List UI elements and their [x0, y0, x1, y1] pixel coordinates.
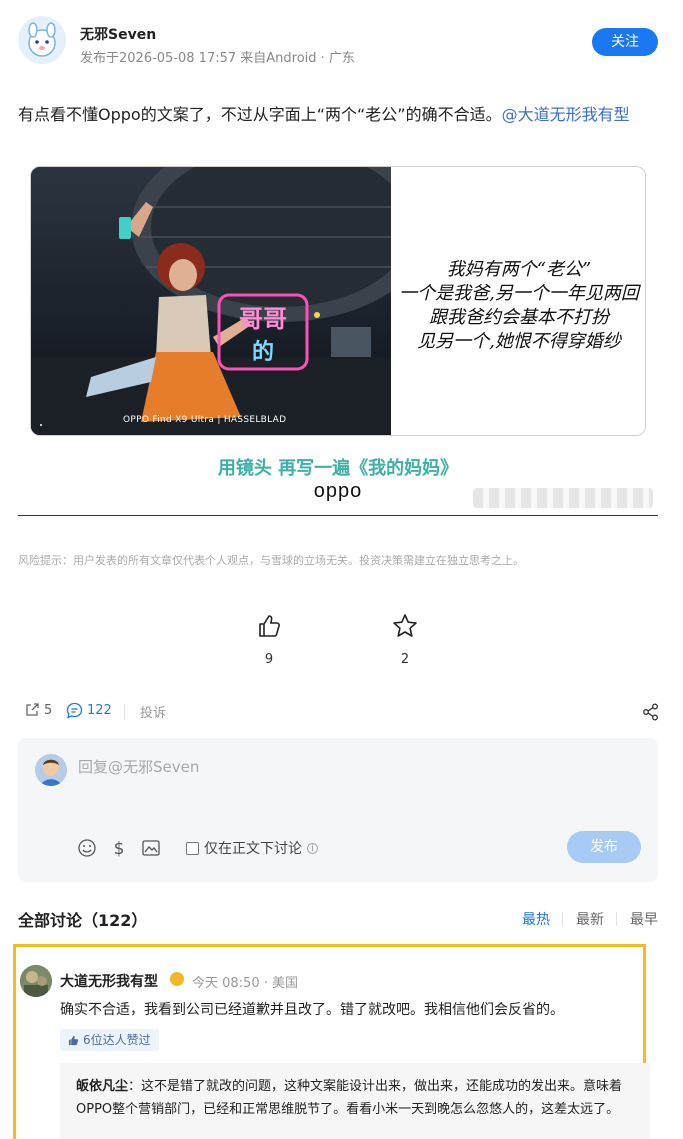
divider [616, 912, 617, 926]
comment-text: 确实不合适，我看到公司已经道歉并且改了。错了就改吧。我相信他们会反省的。 [60, 1002, 564, 1018]
thumbs-up-small-icon [68, 1035, 79, 1045]
sort-old[interactable]: 最早 [630, 909, 658, 929]
sub-reply-content: ：这不是错了就改的问题，这种文案能设计出来，做出来，还能成功的发出来。意味着OP… [76, 1079, 623, 1117]
thumbs-up-icon [259, 615, 280, 637]
author-avatar[interactable] [18, 16, 66, 64]
sub-reply-text: 皈依凡尘：这不是错了就改的问题，这种文案能设计出来，做出来，还能成功的发出来。意… [76, 1075, 646, 1121]
mention-link[interactable]: @大道无形我有型 [502, 105, 630, 124]
divider [124, 705, 125, 719]
svg-text:$: $ [114, 839, 125, 858]
risk-notice: 风险提示：用户发表的所有文章仅代表个人观点，与雪球的立场无关。投资决策需建立在独… [18, 554, 524, 567]
discuss-in-post-option[interactable]: 仅在正文下讨论 i [186, 838, 318, 858]
sub-reply-author[interactable]: 皈依凡尘 [76, 1079, 128, 1094]
like-button[interactable]: 9 [249, 612, 289, 667]
checkbox-label: 仅在正文下讨论 [204, 841, 302, 857]
reply-box: 回复@无邪Seven $ 仅在正文下讨论 i 发布 [18, 738, 658, 882]
ad-slogan: 用镜头 再写一遍《我的妈妈》 [217, 458, 459, 479]
post-body: 有点看不懂Oppo的文案了，不过从字面上“两个“老公”的确不合适。@大道无形我有… [18, 101, 630, 125]
discussion-title: 全部讨论（122） [18, 911, 148, 930]
discuss-in-post-checkbox[interactable] [186, 841, 199, 855]
ad-card: 哥哥 的 OPPO Find X9 Ultra | HASSELBLAD 我妈有… [30, 166, 646, 436]
image-icon[interactable] [141, 838, 161, 858]
publish-button[interactable]: 发布 [567, 831, 641, 863]
commenter-avatar[interactable] [20, 965, 52, 997]
expert-likes-badge[interactable]: 6位达人赞过 [60, 1029, 159, 1051]
report-link[interactable]: 投诉 [140, 702, 166, 721]
like-count: 9 [264, 652, 274, 667]
user-avatar [35, 754, 67, 786]
sort-new[interactable]: 最新 [576, 909, 604, 929]
author-name[interactable]: 无邪Seven [80, 24, 156, 44]
follow-button[interactable]: 关注 [592, 28, 658, 56]
handwriting-line: 我妈有两个“老公” [446, 259, 592, 280]
handwriting-line: 跟我爸约会基本不打扮 [429, 307, 609, 328]
favorite-button[interactable]: 2 [385, 612, 425, 667]
sub-reply: 皈依凡尘：这不是错了就改的问题，这种文案能设计出来，做出来，还能成功的发出来。意… [60, 1063, 650, 1139]
comment-meta: 今天 08:50 · 美国 [192, 976, 298, 991]
post-meta: 发布于2026-05-08 17:57 来自Android · 广东 [80, 51, 355, 66]
dollar-icon[interactable]: $ [109, 838, 129, 858]
post-image[interactable]: 哥哥 的 OPPO Find X9 Ultra | HASSELBLAD 我妈有… [18, 158, 658, 516]
info-icon[interactable]: i [307, 842, 318, 854]
comment-item: 大道无形我有型 今天 08:50 · 美国 确实不合适，我看到公司已经道歉并且改… [13, 944, 650, 1139]
divider [562, 912, 563, 926]
share-network-icon[interactable] [642, 703, 660, 721]
commenter-name[interactable]: 大道无形我有型 [60, 971, 158, 991]
share-icon [26, 703, 39, 716]
neon-text-top: 哥哥 [239, 305, 287, 333]
verified-badge-icon [170, 972, 184, 986]
ad-handwriting: 我妈有两个“老公” 一个是我爸,另一个一年见两回 跟我爸约会基本不打扮 见另一个… [391, 167, 645, 435]
comment-stat[interactable]: 122 [66, 702, 112, 719]
share-stat[interactable]: 5 [24, 702, 52, 718]
ad-photo: 哥哥 的 OPPO Find X9 Ultra | HASSELBLAD [31, 167, 391, 435]
sort-hot[interactable]: 最热 [522, 909, 550, 929]
reply-input[interactable]: 回复@无邪Seven [78, 756, 199, 777]
neon-text-bottom: 的 [252, 339, 274, 365]
handwriting-line: 一个是我爸,另一个一年见两回 [399, 283, 639, 304]
handwriting-line: 见另一个,她恨不得穿婚纱 [417, 331, 621, 352]
comment-count: 122 [87, 703, 112, 718]
emoji-icon[interactable] [77, 838, 97, 858]
expert-likes-text: 6位达人赞过 [83, 1033, 151, 1047]
favorite-count: 2 [400, 652, 410, 667]
share-count: 5 [44, 702, 53, 718]
post-text: 有点看不懂Oppo的文案了，不过从字面上“两个“老公”的确不合适。 [18, 105, 502, 124]
watermark-blur [473, 488, 653, 508]
comment-icon [66, 702, 83, 719]
star-icon [393, 614, 417, 637]
ad-caption: OPPO Find X9 Ultra | HASSELBLAD [123, 415, 287, 425]
stat-bar: 5 122 投诉 [18, 702, 658, 724]
